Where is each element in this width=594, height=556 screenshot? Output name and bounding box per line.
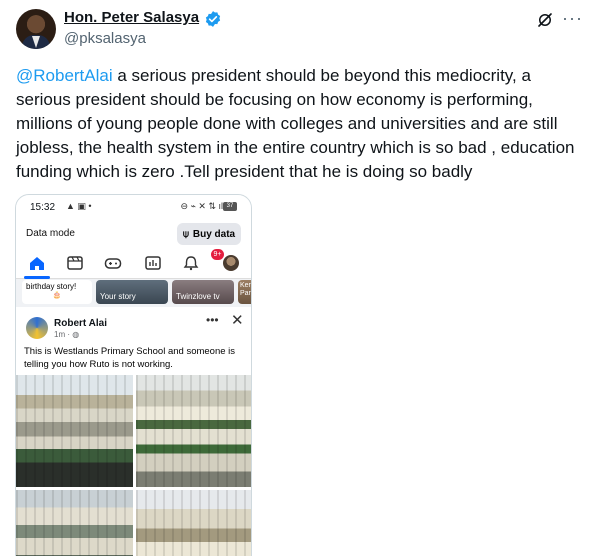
story-item[interactable]: Ker Pan bbox=[238, 280, 252, 304]
battery-icon: 37 bbox=[223, 202, 237, 211]
author-name[interactable]: Hon. Peter Salasya bbox=[64, 9, 199, 26]
notifications-bell-icon[interactable] bbox=[182, 255, 200, 271]
tweet-text: @RobertAlai a serious president should b… bbox=[16, 64, 582, 184]
post-timestamp: 1m · ◍ bbox=[54, 330, 79, 339]
story-item[interactable]: Twinzlove tv bbox=[172, 280, 234, 304]
buy-data-label: Buy data bbox=[192, 228, 236, 240]
gaming-icon[interactable] bbox=[104, 255, 122, 271]
photo-texture bbox=[136, 375, 251, 487]
attached-screenshot[interactable]: 15:32 ▲ ▣ • ⊖ ⌁ ✕ ⇅ ıl 37 Data mode ⍦ Bu… bbox=[15, 194, 252, 556]
facebook-nav-bar: 9+ bbox=[16, 249, 251, 279]
video-icon[interactable] bbox=[66, 255, 84, 271]
system-icons: ⊖ ⌁ ✕ ⇅ ıl bbox=[180, 201, 223, 211]
story-item[interactable]: Your story bbox=[96, 280, 168, 304]
school-photo-1[interactable] bbox=[16, 375, 133, 487]
story-label: Ker Pan bbox=[240, 282, 252, 297]
post-author-avatar[interactable] bbox=[26, 317, 48, 339]
story-label: Twinzlove tv bbox=[176, 292, 220, 301]
facebook-post: Robert Alai 1m · ◍ ••• ✕ This is Westlan… bbox=[16, 307, 251, 556]
cake-icon: 🎂 bbox=[52, 292, 62, 299]
antenna-icon: ⍦ bbox=[182, 228, 189, 240]
privacy-globe-icon: ◍ bbox=[72, 330, 80, 339]
photo-texture bbox=[16, 375, 133, 487]
marketplace-icon[interactable] bbox=[144, 255, 162, 271]
status-notification-icons: ▲ ▣ • bbox=[66, 201, 92, 211]
photo-texture bbox=[16, 490, 133, 556]
home-icon[interactable] bbox=[28, 255, 46, 271]
data-mode-label: Data mode bbox=[26, 228, 75, 239]
close-icon[interactable]: ✕ bbox=[231, 311, 244, 329]
notification-badge: 9+ bbox=[211, 249, 224, 260]
status-bar: 15:32 ▲ ▣ • ⊖ ⌁ ✕ ⇅ ıl 37 bbox=[16, 195, 251, 219]
story-label: Your story bbox=[100, 292, 136, 301]
story-create[interactable]: birthday story! 🎂 bbox=[22, 280, 92, 304]
author-avatar[interactable] bbox=[16, 9, 56, 49]
post-time-text: 1m · bbox=[54, 330, 73, 339]
photo-texture bbox=[136, 490, 251, 556]
more-options-icon[interactable]: ··· bbox=[562, 8, 583, 29]
status-time: 15:32 bbox=[30, 202, 56, 213]
home-active-indicator bbox=[24, 276, 50, 279]
post-author-name[interactable]: Robert Alai bbox=[54, 318, 107, 329]
story-label: birthday story! bbox=[26, 282, 77, 291]
school-photo-3[interactable] bbox=[16, 490, 133, 556]
stories-row: birthday story! 🎂 Your story Twinzlove t… bbox=[16, 280, 251, 304]
school-photo-4[interactable] bbox=[136, 490, 251, 556]
post-text: This is Westlands Primary School and som… bbox=[24, 346, 236, 370]
post-options-icon[interactable]: ••• bbox=[206, 313, 219, 327]
verified-badge-icon bbox=[205, 11, 221, 27]
mention-link[interactable]: @RobertAlai bbox=[16, 66, 113, 85]
author-handle[interactable]: @pksalasya bbox=[64, 30, 146, 47]
profile-avatar-icon[interactable] bbox=[223, 255, 239, 271]
grok-icon[interactable] bbox=[536, 11, 554, 29]
school-photo-2[interactable] bbox=[136, 375, 251, 487]
data-mode-bar: Data mode ⍦ Buy data bbox=[16, 219, 251, 249]
buy-data-button[interactable]: ⍦ Buy data bbox=[177, 223, 241, 245]
